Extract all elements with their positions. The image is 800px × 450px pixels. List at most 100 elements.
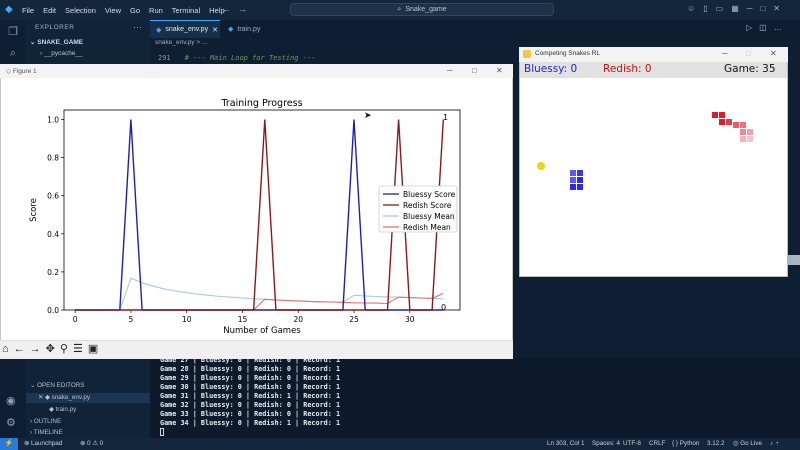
legend-label: Redish Mean	[403, 223, 451, 232]
status-problems[interactable]: ⊗ 0 ⚠ 0	[80, 440, 103, 447]
figure-minimize-icon[interactable]: ─	[447, 66, 453, 75]
menu-terminal[interactable]: Terminal	[172, 6, 200, 15]
snakes-close-icon[interactable]: ✕	[770, 49, 777, 58]
layout-sidebar-icon[interactable]: ▯	[703, 4, 707, 13]
open-editors-label: OPEN EDITORS	[37, 382, 85, 389]
launchpad-label: Launchpad	[31, 440, 63, 447]
blue-snake-segment	[577, 184, 583, 190]
folder-pycache-label: __pycache__	[43, 50, 83, 57]
red-snake-segment	[719, 112, 725, 118]
more-icon[interactable]: …	[774, 23, 789, 32]
snakes-maximize-icon[interactable]: □	[746, 49, 751, 58]
layout-controls: ☺ ▯ ▭ ▦ ─ □ ✕	[687, 4, 780, 13]
copilot-icon[interactable]: ☺	[687, 4, 695, 13]
y-tick-label: 0.2	[47, 268, 59, 277]
terminal-line: Game 31 | Bluessy: 0 | Redish: 1 | Recor…	[160, 392, 341, 400]
more-actions-icon[interactable]: ···	[133, 22, 142, 32]
golive-label: Go Live	[740, 440, 762, 447]
y-tick-label: 0.0	[47, 306, 59, 315]
status-golive[interactable]: ◎ Go Live	[733, 440, 762, 447]
menu-edit[interactable]: Edit	[43, 6, 56, 15]
maximize-icon[interactable]: □	[760, 4, 765, 13]
back-icon[interactable]: ←	[14, 343, 30, 355]
status-position[interactable]: Ln 303, Col 1	[547, 440, 584, 447]
red-snake-head	[712, 112, 718, 118]
pygame-icon	[523, 50, 531, 58]
status-python-version[interactable]: 3.12.2	[707, 440, 725, 447]
breadcrumb[interactable]: snake_env.py > ...	[155, 39, 207, 46]
menu-run[interactable]: Run	[149, 6, 163, 15]
snakes-minimize-icon[interactable]: ─	[722, 49, 728, 58]
split-editor-icon[interactable]: ◫	[759, 23, 774, 32]
command-center-search[interactable]: ⌕ Snake_game	[290, 3, 554, 16]
section-timeline[interactable]: › TIMELINE	[30, 429, 63, 436]
training-progress-chart: Training Progress Number of Games Score …	[29, 98, 461, 336]
forward-icon[interactable]: →	[30, 343, 46, 355]
status-encoding[interactable]: UTF-8	[623, 440, 641, 447]
menu-go[interactable]: Go	[130, 6, 140, 15]
section-outline[interactable]: › OUTLINE	[30, 418, 61, 425]
figure-close-icon[interactable]: ✕	[496, 66, 503, 75]
gear-icon[interactable]: ⚙	[6, 416, 16, 429]
x-tick-label: 25	[349, 315, 359, 324]
red-snake-segment	[747, 136, 753, 142]
figure-maximize-icon[interactable]: □	[472, 66, 477, 75]
layout-custom-icon[interactable]: ▦	[731, 4, 739, 13]
minimize-icon[interactable]: ─	[747, 4, 753, 13]
files-icon[interactable]: ❐	[0, 20, 26, 42]
y-axis-label: Score	[29, 198, 39, 222]
y-tick-label: 0.8	[47, 154, 59, 163]
open-editor-train[interactable]: ◆ train.py	[49, 406, 76, 413]
home-icon[interactable]: ⌂	[2, 343, 14, 355]
status-language[interactable]: { } Python	[672, 440, 699, 447]
blue-snake-head	[570, 184, 576, 190]
folder-pycache[interactable]: › __pycache__	[40, 50, 83, 57]
x-tick-label: 5	[129, 315, 134, 324]
nav-arrows-icon[interactable]: ←→	[222, 4, 254, 14]
status-spaces[interactable]: Spaces: 4	[592, 440, 620, 447]
run-icon[interactable]: ▷	[746, 23, 759, 32]
section-open-editors[interactable]: ⌄ OPEN EDITORS	[30, 382, 85, 389]
menu-selection[interactable]: Selection	[65, 6, 96, 15]
save-icon[interactable]: ▣	[88, 343, 103, 355]
tab-label: snake_env.py	[165, 26, 209, 33]
tab-close-icon[interactable]: ✕	[212, 26, 218, 34]
pan-icon[interactable]: ✥	[46, 343, 60, 355]
zoom-icon[interactable]: ⚲	[60, 343, 73, 355]
status-notifications-icon[interactable]: ♪ ◔	[770, 440, 779, 447]
configure-icon[interactable]: ☰	[73, 343, 88, 355]
menu-view[interactable]: View	[105, 6, 121, 15]
legend-label: Bluessy Score	[403, 190, 456, 199]
account-icon[interactable]: ◉	[6, 394, 16, 407]
tab-snake-env[interactable]: ◆ snake_env.py ✕	[150, 20, 220, 38]
search-activity-icon[interactable]: ⌕	[0, 42, 26, 64]
vscode-logo-icon: ◆	[5, 4, 13, 15]
terminal-line: Game 32 | Bluessy: 0 | Redish: 0 | Recor…	[160, 401, 341, 409]
red-snake-segment	[719, 119, 725, 125]
folder-label: SNAKE_GAME	[37, 39, 84, 46]
legend-label: Bluessy Mean	[403, 212, 455, 221]
open-editor-snake-env[interactable]: ✕ ◆ snake_env.py	[38, 394, 90, 401]
layout-panel-icon[interactable]: ▭	[716, 4, 724, 13]
x-tick-label: 30	[405, 315, 415, 324]
problems-label: 0 ⚠ 0	[87, 440, 104, 447]
close-icon[interactable]: ✕	[773, 4, 780, 13]
folder-snake-game[interactable]: ⌄ SNAKE_GAME	[30, 38, 83, 46]
remote-icon[interactable]: ⚡	[0, 438, 18, 450]
x-axis-label: Number of Games	[223, 326, 301, 336]
menu-file[interactable]: File	[22, 6, 34, 15]
timeline-label: TIMELINE	[33, 429, 63, 436]
snakes-title: Competing Snakes RL	[535, 50, 601, 57]
end-label-bottom: 0	[441, 303, 446, 312]
red-snake-segment	[733, 122, 739, 128]
blue-score: Bluessy: 0	[524, 63, 578, 75]
terminal-cursor	[160, 428, 164, 436]
code-line[interactable]: 291 # --- Main Loop for Testing ---	[158, 54, 315, 62]
x-tick-label: 20	[293, 315, 303, 324]
tab-train[interactable]: ◆ train.py	[222, 20, 282, 38]
status-eol[interactable]: CRLF	[649, 440, 665, 447]
scrollbar-handle[interactable]	[787, 255, 800, 265]
status-launchpad[interactable]: ⊗ Launchpad	[24, 440, 62, 447]
open-editor-label: snake_env.py	[51, 394, 91, 401]
search-icon: ⌕	[397, 5, 402, 13]
